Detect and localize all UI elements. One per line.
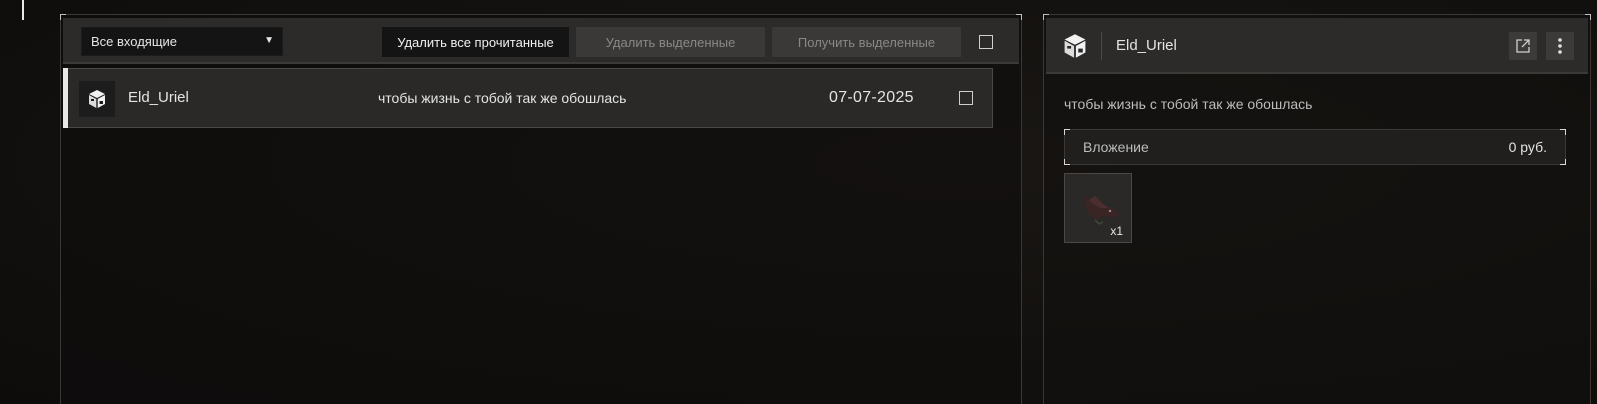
attachment-label: Вложение <box>1083 139 1149 155</box>
package-icon <box>1062 33 1088 64</box>
select-all-checkbox[interactable] <box>979 35 993 49</box>
caret-down-icon: ▼ <box>264 35 274 46</box>
package-icon <box>79 81 115 117</box>
window-edge-marker <box>22 0 24 20</box>
more-options-button[interactable] <box>1546 32 1574 60</box>
receive-selected-button[interactable]: Получить выделенные <box>772 27 961 57</box>
row-select-checkbox[interactable] <box>959 91 973 105</box>
mail-detail-header: Eld_Uriel <box>1046 18 1588 74</box>
selected-row-indicator <box>63 68 68 128</box>
external-link-button[interactable] <box>1509 32 1537 60</box>
mail-detail-sender: Eld_Uriel <box>1116 37 1177 54</box>
attachment-item-slot[interactable]: x1 <box>1064 173 1132 243</box>
delete-all-read-button[interactable]: Удалить все прочитанные <box>382 27 569 57</box>
mail-toolbar: Все входящие ▼ Удалить все прочитанные У… <box>63 18 1019 64</box>
delete-selected-button[interactable]: Удалить выделенные <box>576 27 765 57</box>
mail-sender: Eld_Uriel <box>128 89 189 106</box>
mail-filter-value: Все входящие <box>91 34 178 49</box>
mail-list-panel: Все входящие ▼ Удалить все прочитанные У… <box>60 14 1022 404</box>
more-vertical-icon <box>1558 38 1562 54</box>
mail-subject: чтобы жизнь с тобой так же обошлась <box>378 90 627 106</box>
item-quantity: x1 <box>1110 224 1123 238</box>
header-divider <box>1101 32 1102 60</box>
external-link-icon <box>1516 39 1530 53</box>
attachment-amount: 0 руб. <box>1508 139 1547 155</box>
mail-date: 07-07-2025 <box>829 89 914 106</box>
mail-list-row[interactable]: Eld_Uriel чтобы жизнь с тобой так же обо… <box>63 68 993 128</box>
mail-filter-select[interactable]: Все входящие ▼ <box>81 27 283 56</box>
attachment-bar: Вложение 0 руб. <box>1064 129 1566 165</box>
mail-detail-panel: Eld_Uriel чтобы жизнь с тобой так же обо… <box>1043 14 1591 404</box>
mail-body-text: чтобы жизнь с тобой так же обошлась <box>1064 96 1313 112</box>
